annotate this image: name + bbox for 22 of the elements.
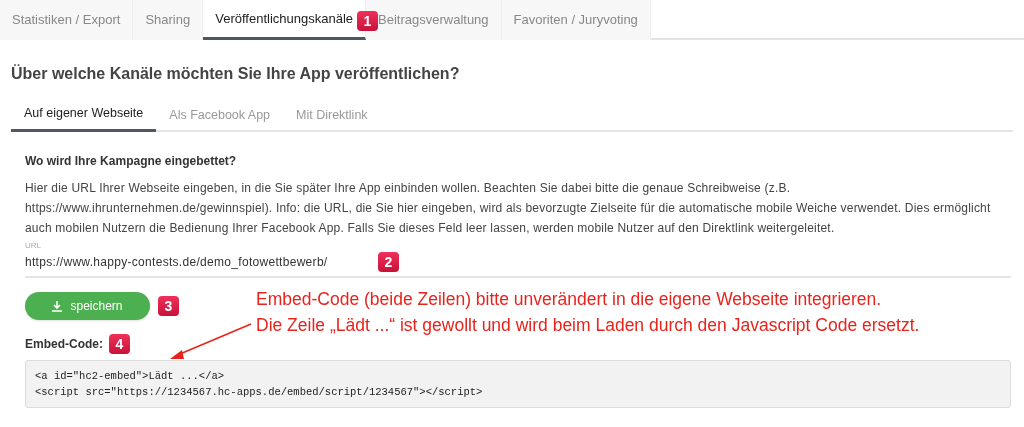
download-icon: [52, 300, 63, 312]
number-badge: 1: [357, 11, 378, 31]
number-badge: 4: [109, 334, 130, 354]
url-field[interactable]: https://www.happy-contests.de/demo_fotowettbewerb/: [25, 253, 370, 271]
number-badge: 2: [378, 252, 399, 272]
annotation-text: Die Zeile „Lädt ...“ ist gewollt und wird beim Laden durch den Javascript Code ersetzt.: [256, 314, 920, 337]
embed-label: Embed-Code:: [25, 336, 103, 353]
subtab[interactable]: Als Facebook App: [156, 98, 284, 132]
code-line: <a id="hc2-embed">Lädt ...</a>: [35, 369, 226, 384]
number-badge: 3: [158, 296, 179, 316]
tab[interactable]: Statistiken / Export: [0, 0, 134, 40]
save-button[interactable]: speichern: [25, 292, 150, 320]
code-line: <script src="https://1234567.hc-apps.de/embed/script/1234567"></script>: [35, 385, 484, 400]
subtab[interactable]: Auf eigener Webseite: [11, 98, 157, 132]
subtab[interactable]: Mit Direktlink: [283, 98, 381, 132]
tab[interactable]: Favoriten / Juryvoting: [501, 0, 651, 40]
description-text: Hier die URL Ihrer Webseite eingeben, in die Sie später Ihre App einbinden wollen. Beachten Sie dabei bitte die genaue Schreibweise (z.B. https://www.ihrunternehmen.de/gewinnspiel). Info: die URL, die Sie hier eingeben, wird als bevorzugte Zielseite für die automatische mobile Weiche verwendet. Dies ermöglicht auch mobilen Nutzern die Bedienung Ihrer Facebook App. Falls Sie dieses Feld leer lassen, werden mobile Nutzer auf den Direktlink weitergeleitet.: [25, 180, 992, 237]
field-label: URL: [25, 240, 42, 252]
page-heading: Über welche Kanäle möchten Sie Ihre App veröffentlichen?: [11, 63, 461, 84]
section-title: Wo wird Ihre Kampagne eingebettet?: [25, 153, 238, 170]
tab[interactable]: Sharing: [133, 0, 204, 40]
annotation-text: Embed-Code (beide Zeilen) bitte unverändert in die eigene Webseite integrieren.: [256, 288, 883, 311]
